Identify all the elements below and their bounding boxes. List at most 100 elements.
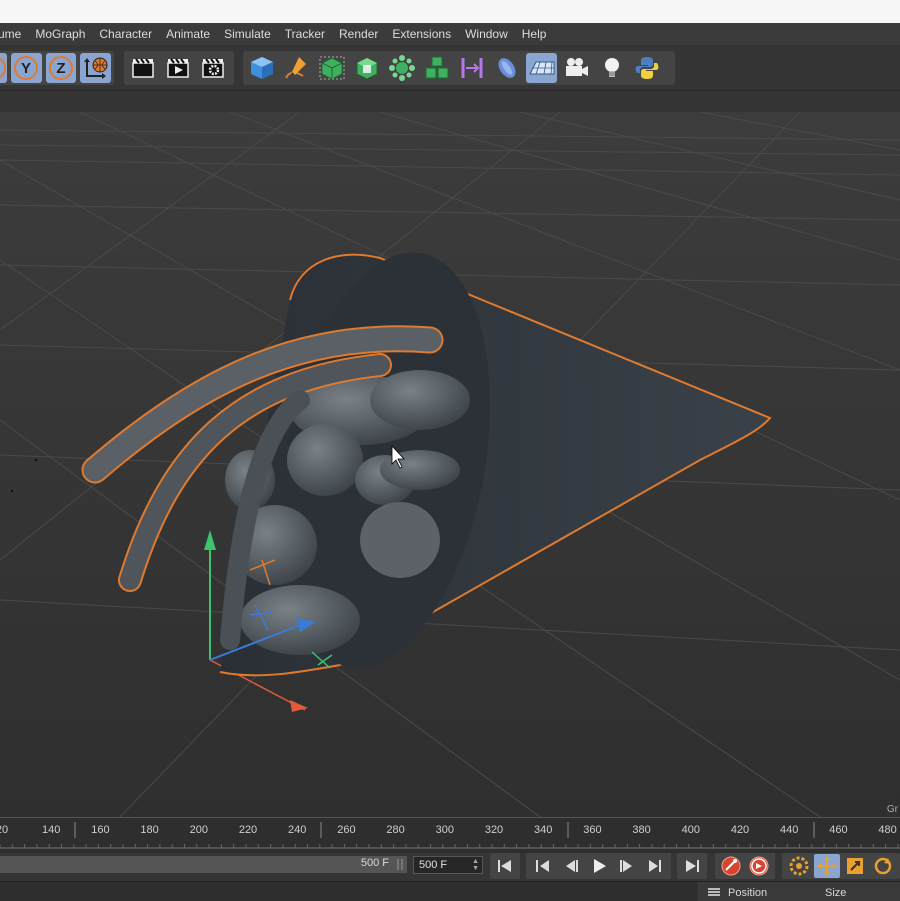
move-icon <box>817 856 837 876</box>
menu-help[interactable]: Help <box>515 27 554 41</box>
coordinates-panel: Position Size <box>698 882 900 901</box>
deformer-icon[interactable] <box>456 53 487 83</box>
prev-key-icon <box>535 860 549 872</box>
menu-animate[interactable]: Animate <box>159 27 217 41</box>
prev-frame-button[interactable] <box>558 854 584 878</box>
menu-bar: ume MoGraph Character Animate Simulate T… <box>0 23 900 45</box>
menu-icon[interactable] <box>708 888 720 896</box>
ruler-tick-label: 360 <box>583 824 602 836</box>
floor-icon[interactable] <box>526 53 557 83</box>
next-frame-button[interactable] <box>614 854 640 878</box>
goto-end-group <box>677 853 707 879</box>
objects-group <box>243 51 675 85</box>
menu-simulate[interactable]: Simulate <box>217 27 278 41</box>
extrude-icon[interactable] <box>351 53 382 83</box>
gear-key-icon <box>789 856 809 876</box>
size-label: Size <box>825 887 847 899</box>
ruler-tick-label: 400 <box>681 824 700 836</box>
ruler-tick-label: 20 <box>0 824 9 836</box>
record-key-icon <box>721 856 741 876</box>
y-axis-lock-button[interactable]: Y <box>11 53 42 83</box>
next-key-button[interactable] <box>642 854 668 878</box>
mograph-array-icon[interactable] <box>421 53 452 83</box>
ruler-tick-label: 260 <box>337 824 356 836</box>
keyframe-selection-button[interactable] <box>786 854 812 878</box>
go-to-start-button[interactable] <box>492 854 518 878</box>
ruler-tick-label: 160 <box>91 824 110 836</box>
record-active-button[interactable] <box>718 854 744 878</box>
play-icon <box>593 859 606 873</box>
key-rotation-button[interactable] <box>870 854 896 878</box>
end-frame-label: 500 F <box>360 857 389 869</box>
axis-lock-group: Y Z <box>0 51 114 85</box>
autokey-button[interactable] <box>746 854 772 878</box>
cloner-icon[interactable] <box>386 53 417 83</box>
play-button[interactable] <box>586 854 612 878</box>
cube-icon[interactable] <box>246 53 277 83</box>
go-to-end-button[interactable] <box>679 854 705 878</box>
z-axis-lock-button[interactable]: Z <box>45 53 77 83</box>
timeline-ruler[interactable]: 20 140 160 180 200 220 240 260 280 300 320 340 360 38… <box>0 817 900 854</box>
camera-icon[interactable] <box>561 53 592 83</box>
viewport-scene <box>0 112 900 817</box>
ruler-tick-label: 140 <box>42 824 61 836</box>
skip-end-icon <box>686 860 699 872</box>
key-filter-group <box>782 853 900 879</box>
main-toolbar: Y Z <box>0 45 900 90</box>
ruler-tick-label: 340 <box>534 824 553 836</box>
3d-viewport[interactable]: Gr <box>0 112 900 817</box>
position-label: Position <box>728 887 768 899</box>
prev-key-button[interactable] <box>530 854 556 878</box>
ruler-tick-label: 300 <box>435 824 454 836</box>
max-frame-value: 500 F <box>419 859 448 871</box>
menu-window[interactable]: Window <box>458 27 515 41</box>
x-axis-lock-button[interactable] <box>0 53 7 83</box>
window-top-strip <box>0 0 900 23</box>
skip-start-icon <box>498 860 511 872</box>
menu-character[interactable]: Character <box>92 27 159 41</box>
rotate-icon <box>874 857 892 875</box>
menu-mograph[interactable]: MoGraph <box>28 27 92 41</box>
render-group <box>124 51 234 85</box>
ruler-tick-label: 200 <box>189 824 208 836</box>
ruler-tick-label: 420 <box>730 824 750 836</box>
max-frame-field[interactable]: 500 F ▲ ▼ <box>413 856 483 874</box>
light-icon[interactable] <box>596 53 627 83</box>
key-position-button[interactable] <box>814 854 840 878</box>
ruler-tick-label: 220 <box>238 824 258 836</box>
goto-start-group <box>490 853 520 879</box>
subdivision-surface-icon[interactable] <box>316 53 347 83</box>
next-frame-icon <box>619 860 632 872</box>
world-coordinate-icon[interactable] <box>80 53 112 83</box>
record-group <box>715 853 775 879</box>
menu-tracker[interactable]: Tracker <box>278 27 332 41</box>
slider-grip-icon[interactable] <box>397 859 403 870</box>
z-axis-label: Z <box>56 60 65 77</box>
key-scale-button[interactable] <box>842 854 868 878</box>
y-axis-label: Y <box>21 60 31 77</box>
render-settings-icon[interactable] <box>197 53 228 83</box>
frame-range-slider[interactable]: 500 F <box>0 856 407 873</box>
menu-extensions[interactable]: Extensions <box>385 27 458 41</box>
menu-volume[interactable]: ume <box>0 27 28 41</box>
field-icon[interactable] <box>491 53 522 83</box>
ruler-tick-label: 180 <box>140 824 159 836</box>
spinner-icon[interactable]: ▲ ▼ <box>472 858 479 872</box>
ruler-tick-label: 440 <box>780 824 799 836</box>
python-icon[interactable] <box>631 53 662 83</box>
bottom-panel: Position Size <box>0 881 900 901</box>
playback-group <box>526 853 671 879</box>
menu-render[interactable]: Render <box>332 27 385 41</box>
ruler-tick-label: 380 <box>632 824 651 836</box>
next-key-icon <box>648 860 661 872</box>
render-view-icon[interactable] <box>127 53 158 83</box>
transport-bar: 500 F 500 F ▲ ▼ <box>0 853 900 881</box>
render-to-picture-viewer-icon[interactable] <box>162 53 193 83</box>
ruler-tick-label: 280 <box>386 824 405 836</box>
ruler-tick-label: 240 <box>288 824 307 836</box>
pen-spline-icon[interactable] <box>281 53 312 83</box>
viewport-corner-label: Gr <box>886 804 898 815</box>
ruler-tick-label: 480 <box>878 824 897 836</box>
viewport-menu-bar <box>0 90 900 113</box>
ruler-tick-label: 320 <box>484 824 504 836</box>
